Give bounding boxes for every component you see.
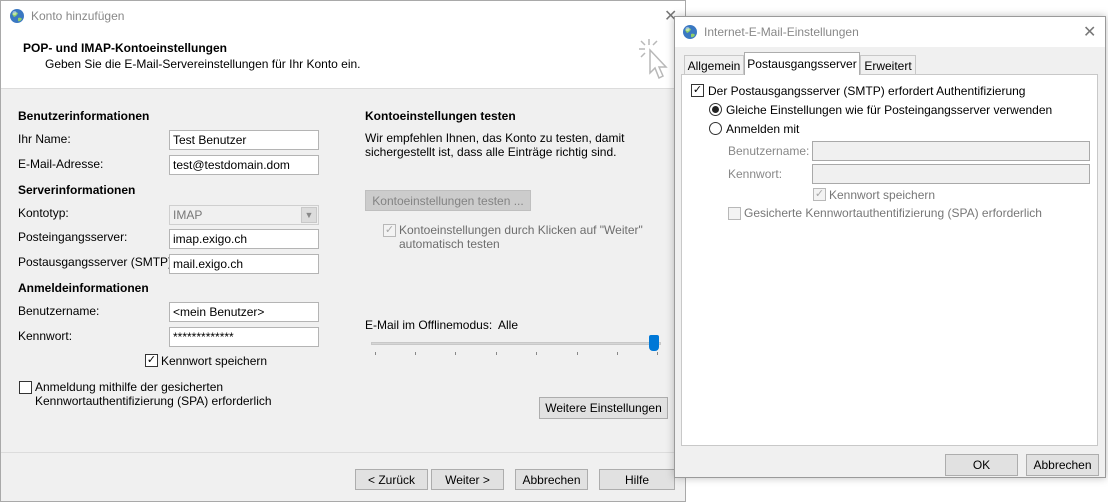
dialog-remember-password-label[interactable]: Kennwort speichern xyxy=(829,188,935,202)
offline-mode-label: E-Mail im Offlinemodus: xyxy=(365,318,493,332)
slider-tick xyxy=(496,352,497,355)
close-icon[interactable]: ✕ xyxy=(1083,25,1096,41)
outgoing-server-field[interactable]: mail.exigo.ch xyxy=(169,254,319,274)
offline-mode-value: Alle xyxy=(498,318,519,332)
same-settings-label[interactable]: Gleiche Einstellungen wie für Posteingan… xyxy=(726,103,1052,117)
spa-label-line1[interactable]: Anmeldung mithilfe der gesicherten xyxy=(35,380,223,394)
server-info-heading: Serverinformationen xyxy=(18,183,136,197)
dialog-remember-password-checkbox[interactable]: ✓ xyxy=(813,188,826,201)
password-label: Kennwort: xyxy=(18,329,73,343)
spa-checkbox[interactable] xyxy=(19,381,32,394)
name-field[interactable]: Test Benutzer xyxy=(169,130,319,150)
chevron-down-icon[interactable]: ▼ xyxy=(301,207,317,223)
test-settings-heading: Kontoeinstellungen testen xyxy=(365,109,516,123)
incoming-server-field[interactable]: imap.exigo.ch xyxy=(169,229,319,249)
email-field[interactable]: test@testdomain.dom xyxy=(169,155,319,175)
dialog-title: Internet-E-Mail-Einstellungen xyxy=(704,25,859,39)
slider-tick xyxy=(577,352,578,355)
same-settings-radio[interactable] xyxy=(709,103,722,116)
slider-tick xyxy=(455,352,456,355)
back-button[interactable]: < Zurück xyxy=(355,469,428,490)
next-button[interactable]: Weiter > xyxy=(431,469,504,490)
password-field[interactable]: ************* xyxy=(169,327,319,347)
tab-allgemein[interactable]: Allgemein xyxy=(684,55,744,75)
globe-icon xyxy=(10,9,24,23)
window-title: Konto hinzufügen xyxy=(31,9,125,23)
test-description-line1: Wir empfehlen Ihnen, das Konto zu testen… xyxy=(365,131,625,145)
tab-postausgangsserver[interactable]: Postausgangsserver xyxy=(744,52,860,75)
add-account-window: Konto hinzufügen ✕ POP- und IMAP-Kontoei… xyxy=(0,0,686,502)
tab-panel: ✓ Der Postausgangsserver (SMTP) erforder… xyxy=(681,74,1098,446)
help-button[interactable]: Hilfe xyxy=(599,469,675,490)
remember-password-label[interactable]: Kennwort speichern xyxy=(161,354,267,368)
slider-tick xyxy=(536,352,537,355)
smtp-auth-checkbox[interactable]: ✓ xyxy=(691,84,704,97)
checkmark-icon: ✓ xyxy=(692,84,703,96)
wizard-button-bar: < Zurück Weiter > Abbrechen Hilfe xyxy=(1,452,685,501)
page-subtitle: Geben Sie die E-Mail-Servereinstellungen… xyxy=(45,57,361,71)
slider-thumb[interactable] xyxy=(649,335,659,351)
account-type-value: IMAP xyxy=(173,208,203,222)
slider-tick xyxy=(375,352,376,355)
title-bar: Konto hinzufügen ✕ xyxy=(1,1,685,31)
cancel-button[interactable]: Abbrechen xyxy=(515,469,588,490)
user-info-heading: Benutzerinformationen xyxy=(18,109,150,123)
smtp-auth-label[interactable]: Der Postausgangsserver (SMTP) erfordert … xyxy=(708,84,1025,98)
incoming-server-label: Posteingangsserver: xyxy=(18,230,128,244)
name-label: Ihr Name: xyxy=(18,132,71,146)
account-type-label: Kontotyp: xyxy=(18,206,69,220)
dialog-spa-checkbox[interactable] xyxy=(728,207,741,220)
username-label: Benutzername: xyxy=(18,304,100,318)
checkmark-icon: ✓ xyxy=(814,188,825,200)
offline-mode-slider[interactable] xyxy=(369,335,665,357)
email-label: E-Mail-Adresse: xyxy=(18,157,104,171)
ok-button[interactable]: OK xyxy=(945,454,1018,476)
login-info-heading: Anmeldeinformationen xyxy=(18,281,149,295)
radio-selected-dot xyxy=(712,106,719,113)
spa-label-line2[interactable]: Kennwortauthentifizierung (SPA) erforder… xyxy=(35,394,272,408)
auto-test-label-line2[interactable]: automatisch testen xyxy=(399,237,500,251)
slider-track xyxy=(371,342,661,345)
dialog-title-bar: Internet-E-Mail-Einstellungen ✕ xyxy=(675,17,1105,47)
outgoing-server-label: Postausgangsserver (SMTP): xyxy=(18,255,176,269)
auto-test-checkbox[interactable]: ✓ xyxy=(383,224,396,237)
globe-icon xyxy=(683,25,697,39)
username-field[interactable]: <mein Benutzer> xyxy=(169,302,319,322)
dialog-spa-label[interactable]: Gesicherte Kennwortauthentifizierung (SP… xyxy=(744,206,1042,220)
login-with-label[interactable]: Anmelden mit xyxy=(726,122,799,136)
dialog-cancel-button[interactable]: Abbrechen xyxy=(1026,454,1099,476)
dialog-password-label: Kennwort: xyxy=(728,167,783,181)
page-title: POP- und IMAP-Kontoeinstellungen xyxy=(23,41,227,55)
internet-email-settings-dialog: Internet-E-Mail-Einstellungen ✕ Allgemei… xyxy=(674,16,1106,478)
test-description-line2: sichergestellt ist, dass alle Einträge r… xyxy=(365,145,617,159)
checkmark-icon: ✓ xyxy=(384,224,395,236)
auto-test-label-line1[interactable]: Kontoeinstellungen durch Klicken auf "We… xyxy=(399,223,643,237)
slider-tick xyxy=(617,352,618,355)
more-settings-button[interactable]: Weitere Einstellungen xyxy=(539,397,668,419)
test-account-settings-button[interactable]: Kontoeinstellungen testen ... xyxy=(365,190,531,211)
dialog-username-field[interactable] xyxy=(812,141,1090,161)
remember-password-checkbox[interactable]: ✓ xyxy=(145,354,158,367)
checkmark-icon: ✓ xyxy=(146,354,157,366)
account-type-select[interactable]: IMAP ▼ xyxy=(169,205,319,225)
slider-tick xyxy=(415,352,416,355)
login-with-radio[interactable] xyxy=(709,122,722,135)
wizard-header: POP- und IMAP-Kontoeinstellungen Geben S… xyxy=(1,31,685,89)
dialog-password-field[interactable] xyxy=(812,164,1090,184)
slider-tick xyxy=(657,352,658,355)
click-cursor-icon xyxy=(639,39,668,80)
dialog-username-label: Benutzername: xyxy=(728,144,810,158)
tab-erweitert[interactable]: Erweitert xyxy=(860,55,916,75)
